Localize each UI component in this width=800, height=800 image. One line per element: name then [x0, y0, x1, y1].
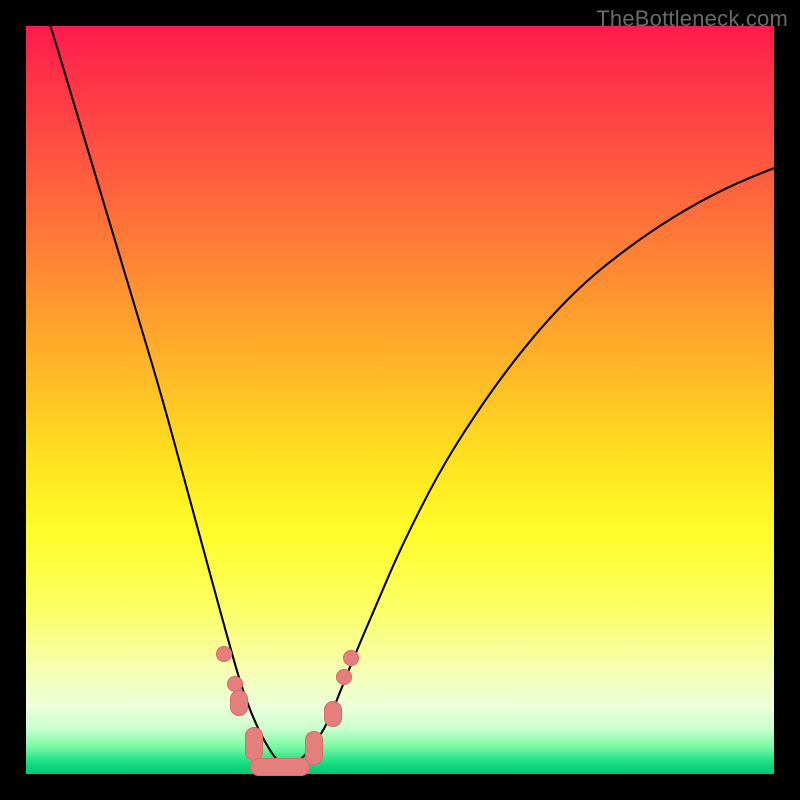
- data-marker: [230, 690, 248, 716]
- data-marker: [324, 701, 342, 727]
- data-marker: [336, 669, 352, 685]
- plot-area: [26, 26, 774, 774]
- watermark-text: TheBottleneck.com: [596, 6, 788, 32]
- bottleneck-curve: [26, 26, 774, 774]
- chart-outer: TheBottleneck.com: [0, 0, 800, 800]
- data-marker: [245, 727, 263, 761]
- data-marker: [305, 731, 323, 765]
- data-marker: [250, 758, 310, 776]
